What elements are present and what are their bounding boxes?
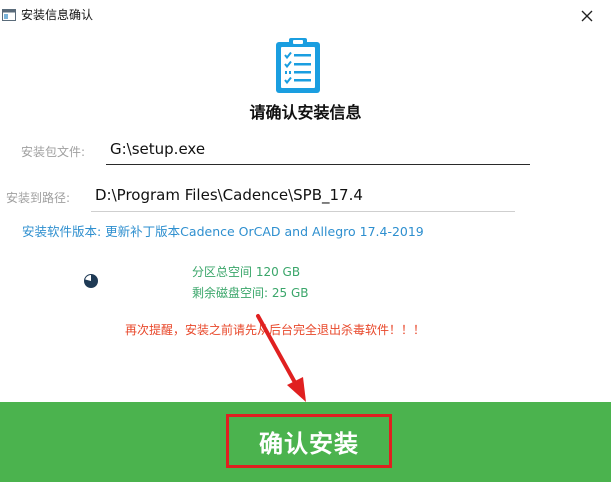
install-confirm-window: 安装信息确认 请确认安装信息 安装包文件: G:\setup.exe 安装到路径… [0,0,611,482]
install-path-input[interactable]: D:\Program Files\Cadence\SPB_17.4 [95,185,363,205]
package-file-underline [106,164,530,165]
package-file-label: 安装包文件: [21,145,86,159]
confirm-install-button[interactable]: 确认安装 [226,414,392,468]
red-arrow-annotation [256,314,306,402]
app-window-icon [2,9,16,21]
title-bar: 安装信息确认 [0,0,611,32]
partition-total-space: 分区总空间 120 GB [192,265,301,279]
disk-usage-pie-icon [84,274,98,288]
install-path-underline [91,211,515,212]
install-path-label: 安装到路径: [6,191,71,205]
page-heading: 请确认安装信息 [249,103,362,122]
version-info: 安装软件版本: 更新补丁版本Cadence OrCAD and Allegro … [22,224,424,239]
close-icon[interactable] [577,6,597,26]
clipboard-checklist-icon [276,38,320,93]
package-file-input[interactable]: G:\setup.exe [110,139,205,159]
window-title: 安装信息确认 [21,8,94,22]
free-disk-space: 剩余磁盘空间: 25 GB [192,286,309,300]
